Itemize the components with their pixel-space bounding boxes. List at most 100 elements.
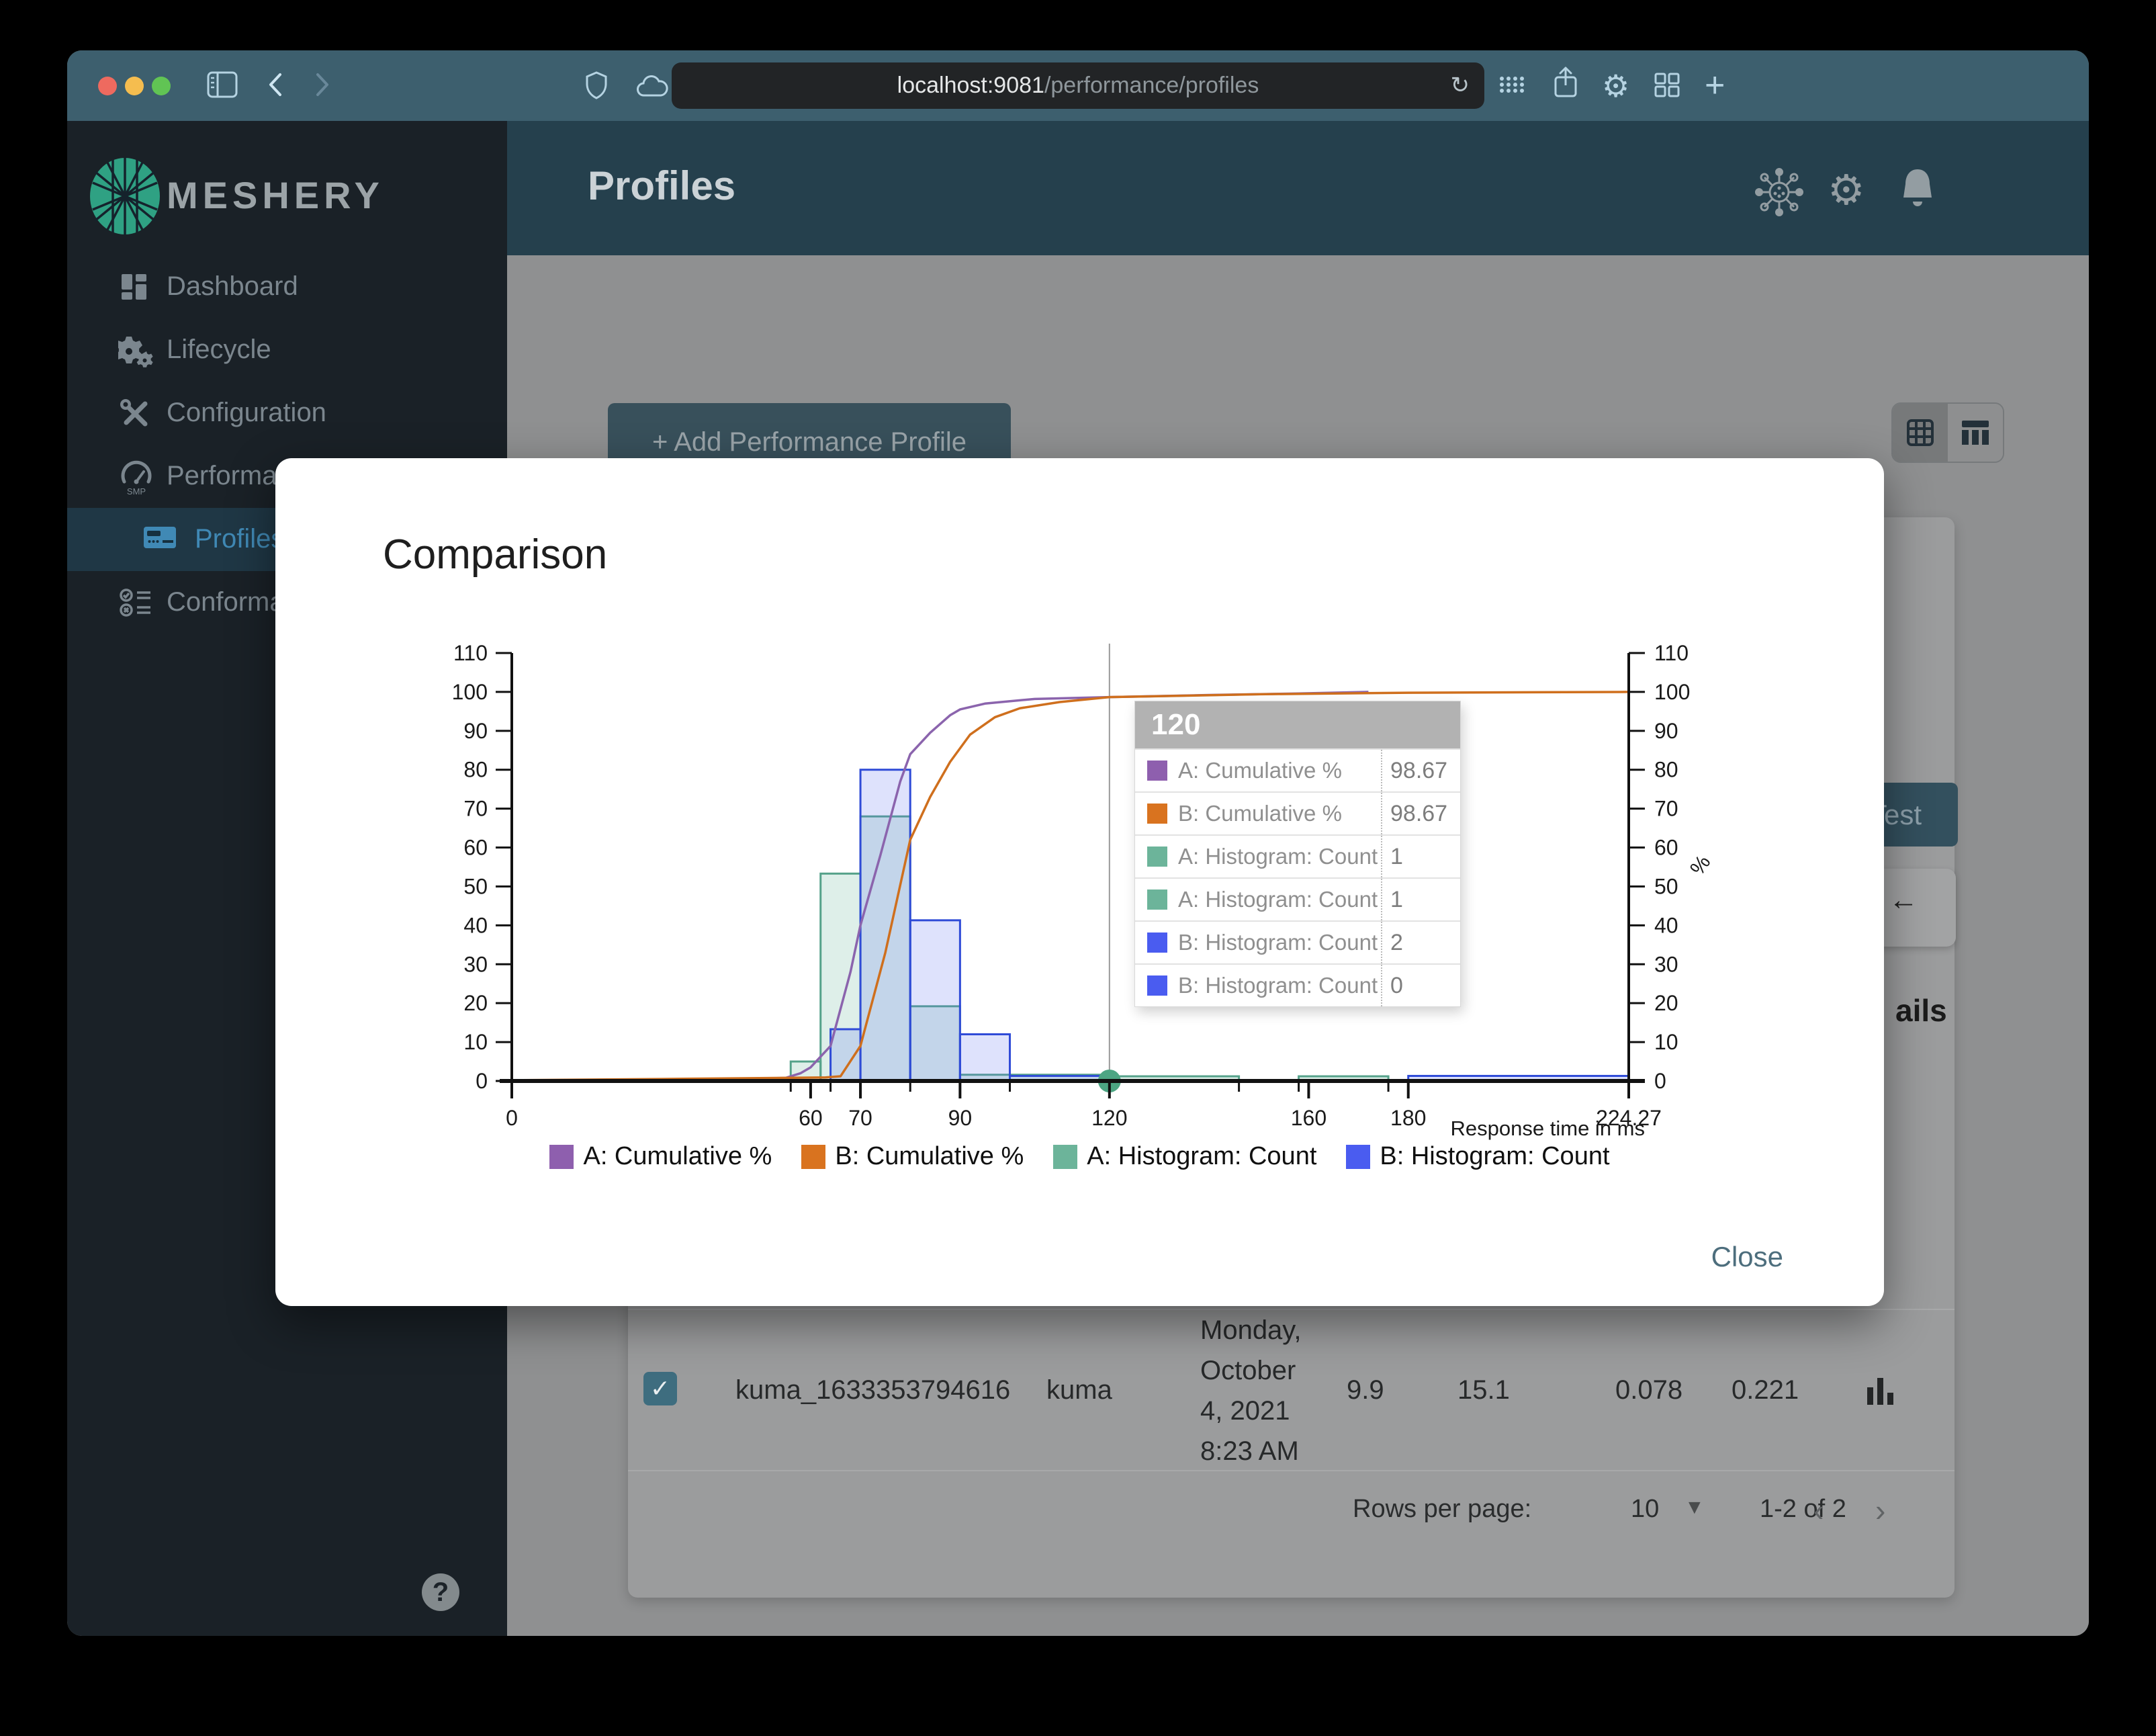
- close-window-button[interactable]: [98, 77, 117, 95]
- legend-label: A: Histogram: Count: [1087, 1142, 1317, 1170]
- sidebar-toggle-icon[interactable]: [207, 71, 238, 102]
- tooltip-row: B: Histogram: Count 0: [1135, 963, 1460, 1006]
- next-page-button[interactable]: ›: [1875, 1492, 1885, 1528]
- row-qps: 9.9: [1347, 1375, 1384, 1405]
- minimize-window-button[interactable]: [125, 77, 144, 95]
- tooltip-label: B: Histogram: Count: [1178, 973, 1378, 998]
- view-toggle-group: [1891, 402, 2004, 463]
- row-date-line: 4, 2021: [1200, 1396, 1290, 1426]
- legend-item[interactable]: B: Histogram: Count: [1346, 1142, 1610, 1171]
- tooltip-swatch: [1147, 804, 1167, 824]
- lifecycle-icon: [116, 334, 153, 369]
- tooltip-value: 98.67: [1381, 793, 1460, 834]
- back-arrow-icon: ←: [1889, 883, 1918, 916]
- row-p50: 0.078: [1615, 1375, 1683, 1405]
- tooltip-label: A: Cumulative %: [1178, 758, 1342, 783]
- tooltip-row: B: Cumulative % 98.67: [1135, 791, 1460, 834]
- tooltip-value: 2: [1381, 922, 1460, 963]
- row-date-line: October: [1200, 1356, 1296, 1385]
- zoom-window-button[interactable]: [152, 77, 171, 95]
- grid-view-toggle[interactable]: [1893, 404, 1948, 462]
- rows-per-page-label: Rows per page:: [1353, 1495, 1532, 1523]
- tooltip-value: 98.67: [1381, 750, 1460, 791]
- hub-icon[interactable]: [1754, 167, 1805, 221]
- conformance-icon: [118, 587, 153, 621]
- brand-row[interactable]: MESHERY: [67, 121, 507, 272]
- previous-page-button[interactable]: ‹: [1813, 1492, 1824, 1528]
- legend-label: B: Cumulative %: [835, 1142, 1024, 1170]
- cloud-icon[interactable]: [635, 73, 670, 102]
- tooltip-label: B: Cumulative %: [1178, 801, 1342, 826]
- details-heading-fragment: ails: [1895, 993, 1947, 1028]
- browser-toolbar: localhost:9081/performance/profiles ↻ ⚙ …: [67, 50, 2089, 121]
- url-path: /performance/profiles: [1044, 73, 1259, 98]
- row-checkbox[interactable]: ✓: [643, 1372, 677, 1405]
- profiles-icon: [142, 523, 177, 558]
- app-header: Profiles ⚙: [507, 121, 2089, 255]
- sidebar-item-dashboard[interactable]: Dashboard: [67, 255, 507, 318]
- sidebar-item-label: Configuration: [167, 398, 326, 427]
- tooltip-value: 1: [1381, 879, 1460, 920]
- screen: localhost:9081/performance/profiles ↻ ⚙ …: [0, 0, 2156, 1736]
- table-view-toggle[interactable]: [1948, 404, 2003, 462]
- forward-icon[interactable]: [310, 71, 334, 102]
- sidebar-item-lifecycle[interactable]: Lifecycle: [67, 318, 507, 382]
- svg-text:SMP: SMP: [127, 486, 146, 496]
- close-button[interactable]: Close: [1707, 1240, 1787, 1274]
- tooltip-swatch: [1147, 889, 1167, 910]
- tooltip-label: B: Histogram: Count: [1178, 930, 1378, 955]
- sidebar-item-label: Profiles: [195, 524, 285, 554]
- row-mesh-name: kuma: [1046, 1375, 1112, 1405]
- share-icon[interactable]: [1552, 65, 1580, 103]
- tooltip-label: A: Histogram: Count: [1178, 844, 1378, 869]
- row-p99: 0.221: [1732, 1375, 1799, 1405]
- reload-icon[interactable]: ↻: [1451, 72, 1470, 99]
- row-duration: 15.1: [1457, 1375, 1510, 1405]
- tooltip-swatch: [1147, 932, 1167, 953]
- row-date-line: Monday,: [1200, 1315, 1302, 1345]
- configuration-icon: [118, 397, 153, 432]
- bell-icon[interactable]: [1896, 165, 1939, 216]
- sidebar-item-configuration[interactable]: Configuration: [67, 382, 507, 445]
- help-button[interactable]: ?: [422, 1573, 459, 1611]
- meshery-logo-icon: [90, 158, 160, 234]
- page-title: Profiles: [588, 163, 736, 208]
- settings-icon[interactable]: ⚙: [1602, 68, 1629, 104]
- tooltip-swatch: [1147, 975, 1167, 996]
- comparison-dialog: Comparison Close: [275, 458, 1884, 1306]
- back-icon[interactable]: [263, 71, 287, 102]
- row-date-line: 8:23 AM: [1200, 1436, 1299, 1466]
- tab-overview-icon[interactable]: [1652, 71, 1682, 102]
- legend-swatch: [1346, 1144, 1371, 1169]
- tooltip-swatch: [1147, 761, 1167, 781]
- tooltip-row: A: Histogram: Count 1: [1135, 834, 1460, 877]
- tooltip-header: 120: [1135, 701, 1460, 748]
- performance-icon: SMP: [118, 460, 153, 496]
- legend-item[interactable]: A: Histogram: Count: [1053, 1142, 1316, 1171]
- legend-swatch: [1053, 1144, 1078, 1169]
- legend-item[interactable]: A: Cumulative %: [549, 1142, 772, 1171]
- legend-label: B: Histogram: Count: [1380, 1142, 1610, 1170]
- legend-label: A: Cumulative %: [583, 1142, 772, 1170]
- rows-per-page-caret-icon[interactable]: ▼: [1685, 1496, 1705, 1519]
- sidebar-item-label: Lifecycle: [167, 335, 271, 364]
- dashboard-icon: [118, 271, 153, 306]
- tooltip-row: A: Histogram: Count 1: [1135, 877, 1460, 920]
- row-profile-name: kuma_1633353794616: [735, 1375, 1011, 1405]
- chart-tooltip: 120 A: Cumulative % 98.67 B: Cumulative % 9…: [1134, 701, 1461, 1007]
- tooltip-value: 1: [1381, 836, 1460, 877]
- row-chart-icon[interactable]: [1865, 1375, 1897, 1405]
- shield-icon[interactable]: [584, 71, 609, 103]
- dots-grid-icon[interactable]: [1496, 71, 1527, 102]
- new-tab-icon[interactable]: +: [1705, 65, 1725, 105]
- rows-per-page-select[interactable]: 10: [1631, 1495, 1659, 1524]
- tooltip-label: A: Histogram: Count: [1178, 887, 1378, 912]
- brand-name: MESHERY: [167, 174, 384, 216]
- tooltip-swatch: [1147, 847, 1167, 867]
- gear-icon[interactable]: ⚙: [1828, 165, 1865, 214]
- chart-legend: A: Cumulative % B: Cumulative % A: Histogr…: [275, 1142, 1884, 1171]
- url-bar[interactable]: localhost:9081/performance/profiles ↻: [672, 62, 1484, 109]
- pagination: Rows per page: 10 ▼ 1-2 of 2: [1343, 1495, 1955, 1535]
- legend-item[interactable]: B: Cumulative %: [801, 1142, 1024, 1171]
- browser-window: localhost:9081/performance/profiles ↻ ⚙ …: [67, 50, 2089, 1636]
